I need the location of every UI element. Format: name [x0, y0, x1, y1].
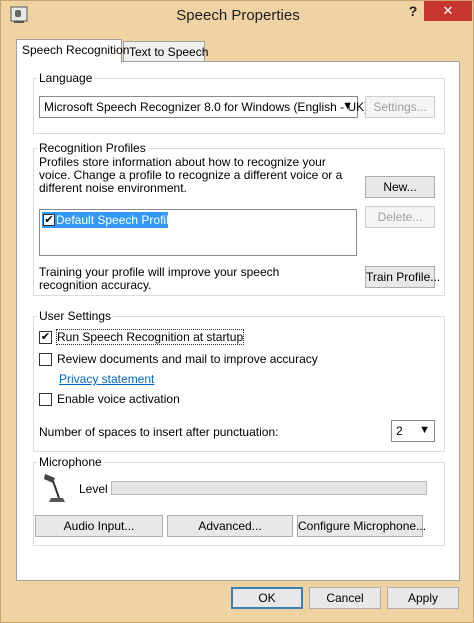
privacy-statement-link[interactable]: Privacy statement	[59, 372, 154, 386]
tab-panel-speech-recognition: Language Microsoft Speech Recognizer 8.0…	[16, 61, 460, 581]
run-at-startup-label: Run Speech Recognition at startup	[55, 329, 245, 345]
cancel-button[interactable]: Cancel	[309, 587, 381, 609]
help-button[interactable]: ?	[402, 3, 424, 23]
recognizer-select-value: Microsoft Speech Recognizer 8.0 for Wind…	[44, 100, 369, 114]
user-settings-group-label: User Settings	[37, 309, 114, 323]
speech-properties-window: Speech Properties ? ✕ Speech Recognition…	[0, 0, 474, 623]
review-documents-box	[39, 353, 52, 366]
spaces-after-punctuation-label: Number of spaces to insert after punctua…	[39, 425, 279, 439]
profiles-listbox[interactable]: ✔ Default Speech Profile	[39, 209, 357, 256]
spaces-select-value: 2	[396, 424, 403, 438]
train-profile-button[interactable]: Train Profile...	[365, 266, 440, 288]
new-profile-button[interactable]: New...	[365, 176, 435, 198]
settings-button[interactable]: Settings...	[365, 96, 435, 118]
run-at-startup-checkmark: ✔	[39, 331, 52, 344]
voice-activation-checkbox[interactable]: Enable voice activation	[39, 391, 199, 407]
voice-activation-label: Enable voice activation	[57, 392, 180, 406]
voice-activation-box	[39, 393, 52, 406]
review-documents-checkbox[interactable]: Review documents and mail to improve acc…	[39, 351, 318, 367]
microphone-group-label: Microphone	[37, 455, 104, 469]
recognizer-select[interactable]: Microsoft Speech Recognizer 8.0 for Wind…	[39, 96, 368, 118]
tab-text-to-speech[interactable]: Text to Speech	[123, 41, 208, 63]
run-at-startup-checkbox[interactable]: ✔ Run Speech Recognition at startup	[39, 329, 259, 345]
close-button[interactable]: ✕	[424, 1, 472, 21]
language-group-label: Language	[37, 71, 95, 85]
review-documents-label: Review documents and mail to improve acc…	[57, 352, 318, 366]
chevron-down-icon: ▼	[342, 100, 353, 112]
advanced-button[interactable]: Advanced...	[167, 515, 293, 537]
recognition-profiles-group-label: Recognition Profiles	[37, 141, 148, 155]
profiles-description: Profiles store information about how to …	[39, 155, 343, 195]
microphone-level-meter	[111, 481, 427, 495]
spaces-select[interactable]: 2 ▼	[391, 420, 435, 442]
training-description: Training your profile will improve your …	[39, 265, 280, 292]
apply-button[interactable]: Apply	[387, 587, 459, 609]
configure-microphone-button[interactable]: Configure Microphone...	[297, 515, 426, 537]
delete-profile-button[interactable]: Delete...	[365, 206, 435, 228]
audio-input-button[interactable]: Audio Input...	[35, 515, 163, 537]
chevron-down-icon: ▼	[419, 424, 430, 436]
profile-list-item[interactable]: ✔ Default Speech Profile	[42, 212, 175, 228]
profile-list-item-label: Default Speech Profile	[56, 213, 176, 227]
ok-button[interactable]: OK	[231, 587, 303, 609]
microphone-icon	[44, 474, 65, 502]
profile-checkbox[interactable]: ✔	[43, 214, 55, 226]
title-bar: Speech Properties ? ✕	[1, 1, 474, 31]
level-label: Level	[79, 482, 108, 496]
tab-speech-recognition[interactable]: Speech Recognition	[16, 39, 129, 63]
